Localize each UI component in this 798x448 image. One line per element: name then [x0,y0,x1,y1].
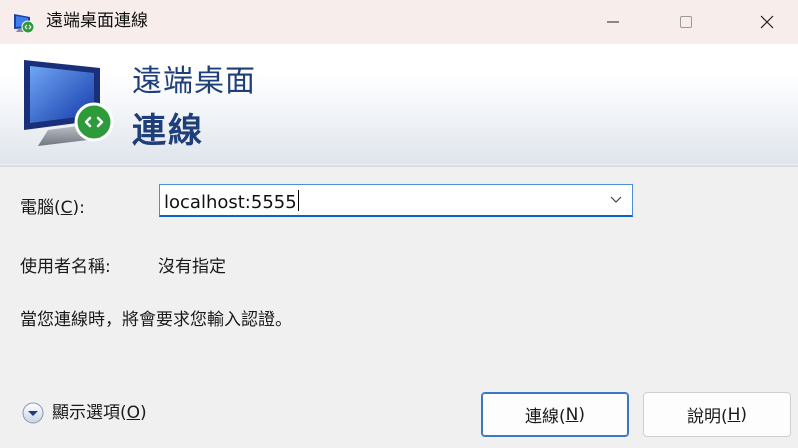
connect-accesskey: N [565,404,579,425]
banner-divider-shadow [0,165,798,167]
help-button[interactable]: 說明(H) [643,392,791,437]
connect-label-suffix: ) [578,404,585,425]
text-caret [297,190,299,211]
computer-input[interactable]: localhost:5555 [164,190,299,214]
computer-label-accesskey: C [60,198,73,218]
minimize-icon [607,21,619,23]
close-button[interactable] [744,0,790,44]
show-options-accesskey: O [126,403,141,423]
banner-divider [0,162,798,164]
show-options-label: 顯示選項(O) [52,402,147,424]
title-bar: 遠端桌面連線 [0,0,798,44]
chevron-down-icon[interactable] [610,195,622,205]
connect-label-prefix: 連線( [525,407,566,427]
credentials-note: 當您連線時，將會要求您輸入認證。 [20,310,292,330]
show-options-suffix: ) [140,403,147,423]
help-label-suffix: ) [740,404,748,425]
help-label-prefix: 說明( [686,407,728,427]
computer-input-value: localhost:5555 [164,192,297,213]
close-icon [760,15,774,29]
help-accesskey: H [727,404,741,425]
username-label: 使用者名稱: [20,257,111,277]
maximize-button[interactable] [663,0,709,44]
window-title: 遠端桌面連線 [46,11,148,31]
computer-combobox[interactable]: localhost:5555 [159,184,633,217]
show-options-toggle[interactable]: 顯示選項(O) [22,401,147,425]
minimize-button[interactable] [590,0,636,44]
username-value: 沒有指定 [158,257,226,277]
computer-label-suffix: ): [72,198,85,218]
banner-title-line1: 遠端桌面 [132,64,256,99]
connect-button[interactable]: 連線(N) [481,392,629,437]
show-options-prefix: 顯示選項( [52,403,127,423]
chevron-down-circle-icon[interactable] [22,402,44,424]
maximize-icon [680,16,692,28]
computer-label: 電腦(C): [20,197,85,219]
computer-label-prefix: 電腦( [20,198,61,218]
remote-desktop-icon [14,14,35,34]
banner-title-line2: 連線 [132,111,204,151]
monitor-remote-icon [24,60,114,146]
